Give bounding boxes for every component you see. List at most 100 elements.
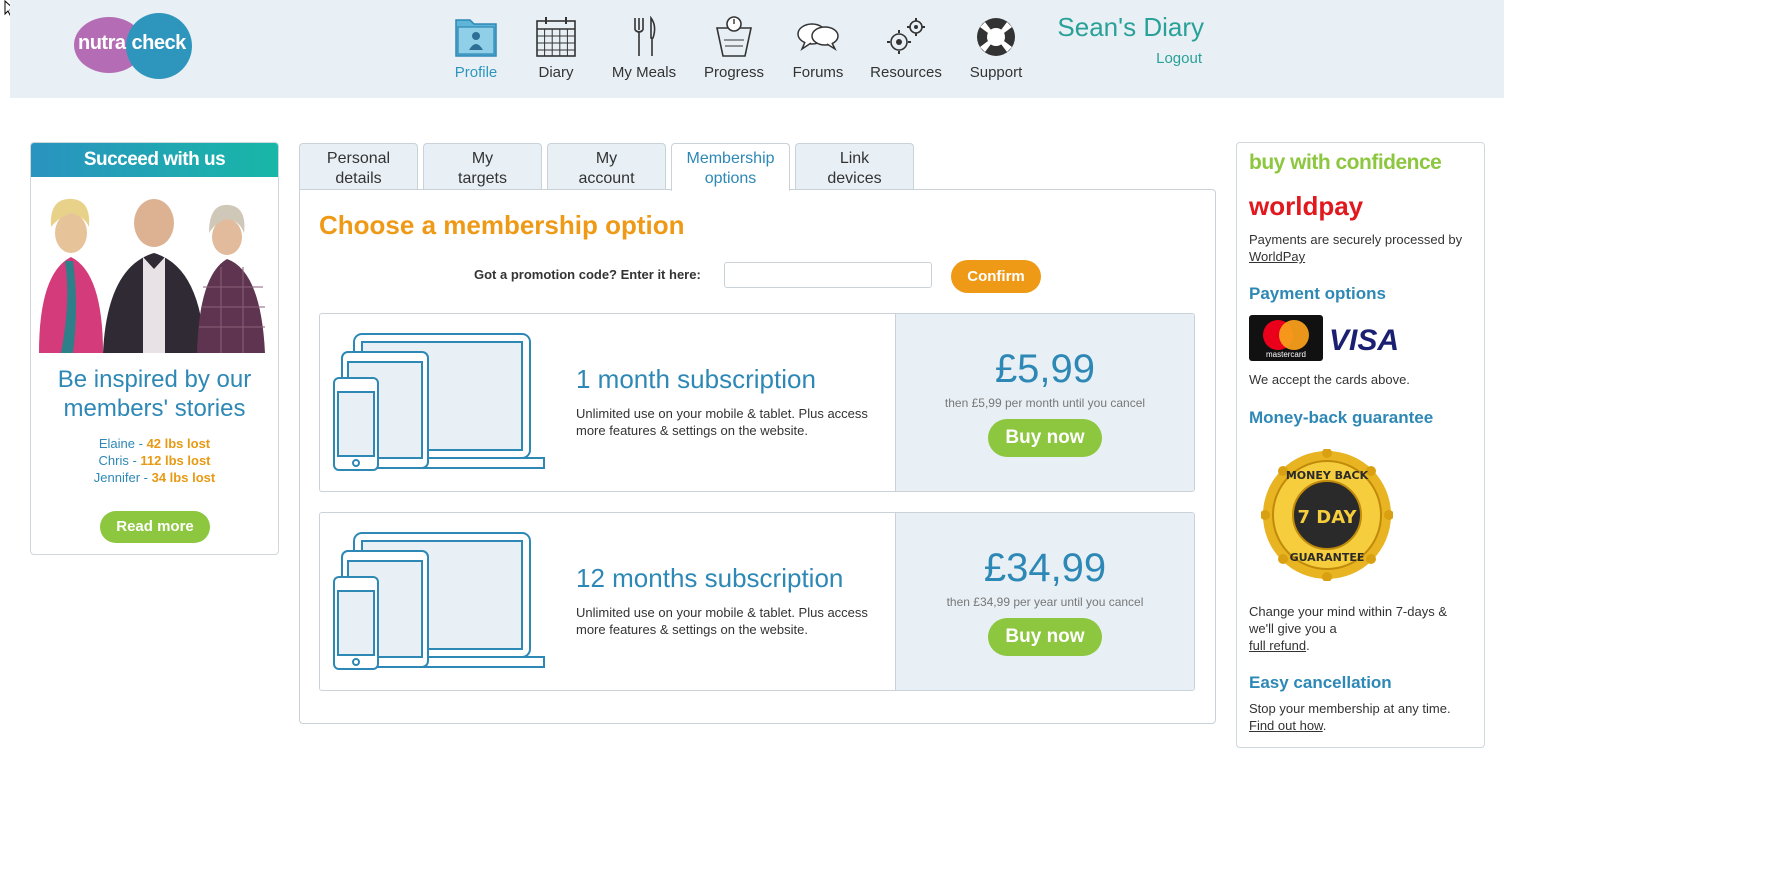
devices-icon [333, 532, 545, 670]
nav-label: Resources [870, 64, 942, 81]
nav-label: Diary [538, 64, 574, 81]
story-item: Jennifer - 34 lbs lost [93, 470, 216, 485]
scale-icon [716, 16, 752, 57]
plan-description: Unlimited use on your mobile & tablet. P… [576, 406, 868, 438]
change-text: Change your mind within 7-days & we'll g… [1249, 604, 1447, 636]
plan-price: £34,99 [983, 546, 1107, 590]
plan-card-12-months: 12 months subscription Unlimited use on … [319, 512, 1195, 691]
nav-item-progress[interactable]: Progress [694, 14, 774, 81]
nav-label: Profile [454, 64, 498, 81]
story-result: 34 lbs lost [151, 470, 216, 485]
profile-folder-icon [455, 19, 497, 57]
membership-panel: Choose a membership option Got a promoti… [299, 189, 1216, 724]
confirm-button[interactable]: Confirm [951, 260, 1041, 293]
fork-knife-icon [634, 15, 656, 56]
plan-renewal-text: then £5,99 per month until you cancel [944, 396, 1146, 410]
story-name: Jennifer [93, 470, 141, 485]
nav-label: Support [969, 64, 1023, 81]
tab-label-line2: account [578, 170, 635, 187]
plan-price: £5,99 [994, 347, 1096, 391]
inspire-heading: Be inspired by our members' stories [57, 366, 252, 422]
tab-label-line1: My [595, 150, 618, 167]
nav-label: Forums [792, 64, 844, 81]
nav-item-my-meals[interactable]: My Meals [604, 14, 684, 81]
secure-payments-text: Payments are securely processed by WorldP… [1249, 231, 1477, 265]
accept-cards-text: We accept the cards above. [1249, 372, 1410, 387]
member-stories-list: Elaine - 42 lbs lost Chris - 112 lbs los… [31, 435, 278, 486]
page-title: Choose a membership option [319, 210, 685, 240]
tab-label-line2: devices [827, 170, 882, 187]
plan-card-1-month: 1 month subscription Unlimited use on yo… [319, 313, 1195, 492]
tab-membership-options[interactable]: Membership options [671, 143, 790, 191]
tab-link-devices[interactable]: Link devices [795, 143, 914, 189]
story-result: 42 lbs lost [146, 436, 211, 451]
badge-middle-text: 7 DAY [1298, 507, 1358, 528]
stop-text: Stop your membership at any time. [1249, 701, 1451, 716]
confidence-heading: buy with confidence [1249, 151, 1442, 174]
tab-label-line1: My [471, 150, 494, 167]
chat-bubbles-icon [797, 23, 839, 52]
mastercard-label: mastercard [1266, 350, 1306, 359]
story-item: Elaine - 42 lbs lost [98, 436, 211, 451]
story-result: 112 lbs lost [140, 453, 211, 468]
logo-text-check: check [131, 32, 187, 54]
nutracheck-logo[interactable]: nutra check [74, 13, 192, 81]
find-out-how-link[interactable]: Find out how [1249, 718, 1323, 733]
badge-bottom-text: GUARANTEE [1290, 551, 1365, 564]
promo-code-label: Got a promotion code? Enter it here: [474, 267, 701, 282]
story-name: Chris [98, 453, 129, 468]
badge-top-text: MONEY BACK [1286, 469, 1369, 482]
tab-label-line1: Personal [326, 150, 391, 167]
tab-my-account[interactable]: My account [547, 143, 666, 189]
plan-price-box: £5,99 then £5,99 per month until you can… [895, 314, 1194, 491]
money-back-badge-icon: MONEY BACK 7 DAY GUARANTEE [1261, 449, 1393, 581]
story-item: Chris - 112 lbs lost [98, 453, 211, 468]
full-refund-link[interactable]: full refund [1249, 638, 1306, 653]
success-card-header: Succeed with us [31, 143, 278, 177]
buy-now-button[interactable]: Buy now [988, 618, 1102, 656]
payment-options-heading: Payment options [1249, 284, 1386, 303]
buy-now-button[interactable]: Buy now [988, 419, 1102, 457]
refund-text: Change your mind within 7-days & we'll g… [1249, 604, 1447, 653]
money-back-heading: Money-back guarantee [1249, 408, 1434, 427]
plan-title: 12 months subscription [576, 563, 844, 593]
plan-renewal-text: then £34,99 per year until you cancel [946, 595, 1144, 609]
nav-item-diary[interactable]: Diary [516, 14, 596, 81]
nav-item-forums[interactable]: Forums [778, 14, 858, 81]
worldpay-logo: worldpay [1249, 191, 1364, 221]
nav-item-resources[interactable]: Resources [866, 14, 946, 81]
members-photo-image [39, 198, 265, 353]
devices-icon [333, 333, 545, 471]
lifebuoy-icon [977, 18, 1015, 56]
secure-text: Payments are securely processed by [1249, 232, 1463, 247]
plan-description: Unlimited use on your mobile & tablet. P… [576, 605, 868, 637]
top-navigation-bar: nutra check Profile Diary My Meals Progr… [10, 0, 1504, 98]
nav-item-profile[interactable]: Profile [436, 14, 516, 81]
payment-cards: mastercard VISA [1249, 315, 1419, 361]
read-more-button[interactable]: Read more [100, 511, 210, 543]
tab-label-line2: targets [458, 170, 507, 187]
plan-title: 1 month subscription [576, 364, 816, 394]
logo-text-nutra: nutra [78, 32, 126, 54]
nav-item-support[interactable]: Support [956, 14, 1036, 81]
plan-price-box: £34,99 then £34,99 per year until you ca… [895, 513, 1194, 690]
cancellation-text: Stop your membership at any time. Find ou… [1249, 701, 1451, 733]
members-photo [31, 177, 278, 353]
visa-logo: VISA [1329, 324, 1399, 357]
tab-label-line1: Link [839, 150, 870, 167]
success-stories-card: Succeed with us Be inspired by our membe… [30, 142, 279, 555]
buy-with-confidence-card: buy with confidence worldpay Payments ar… [1236, 142, 1485, 748]
story-name: Elaine [98, 436, 135, 451]
tab-personal-details[interactable]: Personal details [299, 143, 418, 189]
gears-icon [887, 18, 925, 54]
diary-owner-title: Sean's Diary [1057, 12, 1204, 42]
promo-code-input[interactable] [724, 262, 932, 288]
tab-label-line1: Membership [686, 150, 775, 167]
tab-label-line2: details [335, 170, 382, 187]
tab-label-line2: options [704, 170, 757, 187]
logout-link[interactable]: Logout [1156, 50, 1202, 67]
worldpay-link[interactable]: WorldPay [1249, 249, 1305, 264]
easy-cancellation-heading: Easy cancellation [1249, 673, 1392, 692]
tab-my-targets[interactable]: My targets [423, 143, 542, 189]
nav-label: My Meals [611, 64, 677, 81]
